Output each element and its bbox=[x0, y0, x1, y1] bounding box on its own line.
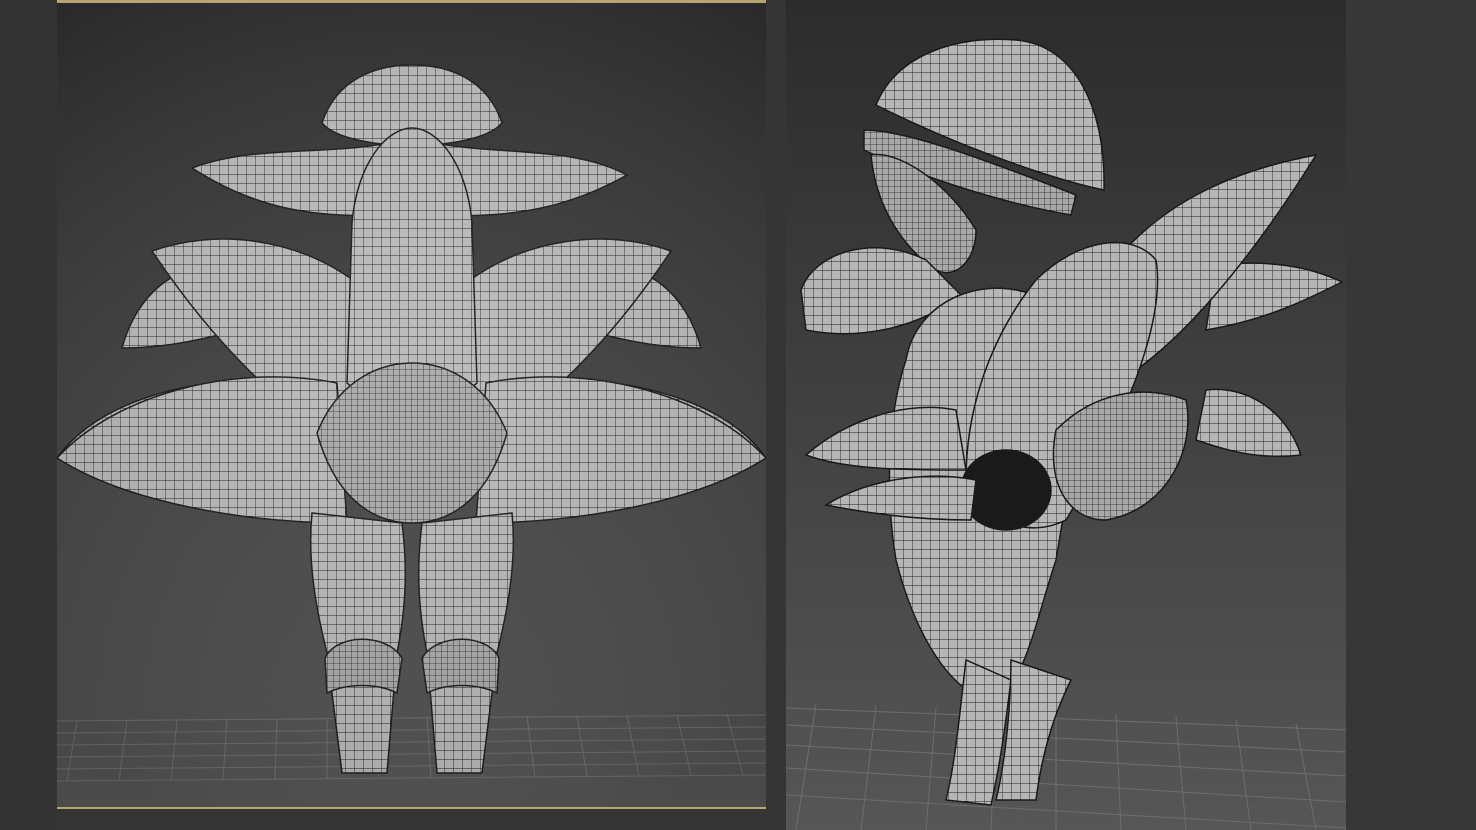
viewport-front-canvas[interactable] bbox=[57, 3, 766, 807]
viewport-divider[interactable] bbox=[766, 0, 786, 830]
side-panel bbox=[1346, 0, 1476, 830]
3d-editor-app bbox=[0, 0, 1476, 830]
left-margin bbox=[0, 0, 57, 830]
viewport-perspective-canvas[interactable] bbox=[786, 0, 1346, 830]
viewport-front[interactable] bbox=[57, 0, 766, 809]
viewport-perspective[interactable] bbox=[786, 0, 1346, 830]
